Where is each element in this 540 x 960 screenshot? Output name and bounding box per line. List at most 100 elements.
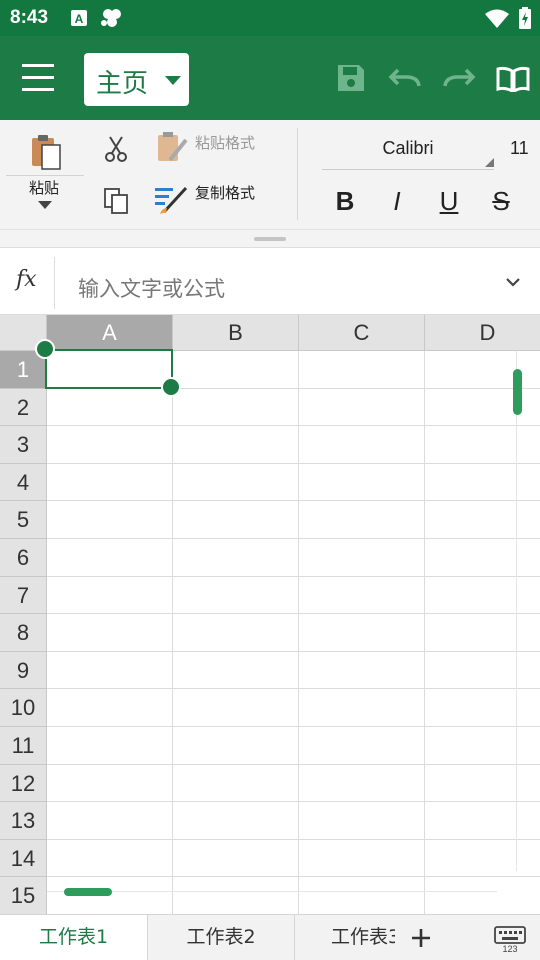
column-header[interactable]: A xyxy=(47,315,173,351)
row-header[interactable]: 9 xyxy=(0,651,47,690)
grid-cell[interactable] xyxy=(173,764,299,803)
redo-icon[interactable] xyxy=(442,66,476,92)
grid-cell[interactable] xyxy=(173,539,299,577)
grid-cell[interactable] xyxy=(299,839,425,878)
row-header[interactable]: 11 xyxy=(0,727,47,765)
row-header[interactable]: 13 xyxy=(0,802,47,840)
grid-cell[interactable] xyxy=(173,576,299,615)
spreadsheet-grid[interactable]: A B C D 1 2 3 4 5 6 7 8 9 10 11 12 13 14 15 xyxy=(0,315,540,914)
font-name-select[interactable]: Calibri xyxy=(322,136,494,170)
grid-cell[interactable] xyxy=(173,501,299,539)
hamburger-menu-icon[interactable] xyxy=(22,64,62,96)
row-header[interactable]: 3 xyxy=(0,426,47,464)
grid-cell[interactable] xyxy=(299,764,425,803)
selection-end-handle[interactable] xyxy=(161,377,181,397)
grid-cell[interactable] xyxy=(173,463,299,502)
grid-cell[interactable] xyxy=(173,651,299,690)
grid-cell[interactable] xyxy=(299,877,425,914)
grid-cell[interactable] xyxy=(425,389,540,427)
vertical-scrollbar[interactable] xyxy=(513,369,522,415)
copy-format-label[interactable]: 复制格式 xyxy=(195,182,255,203)
grid-cell[interactable] xyxy=(173,839,299,878)
grid-cell[interactable] xyxy=(299,802,425,840)
row-header[interactable]: 14 xyxy=(0,839,47,878)
grid-cell[interactable] xyxy=(173,614,299,652)
copy-format-icon[interactable] xyxy=(154,182,190,220)
font-size-select[interactable]: 11 xyxy=(510,136,540,170)
formula-input[interactable]: 输入文字或公式 xyxy=(78,273,478,303)
numeric-keyboard-icon[interactable]: 123 xyxy=(494,926,526,956)
grid-cell[interactable] xyxy=(425,539,540,577)
grid-cell[interactable] xyxy=(425,840,540,878)
grid-cell[interactable] xyxy=(173,426,299,464)
grid-cell[interactable] xyxy=(425,351,540,389)
underline-button[interactable]: U xyxy=(434,185,464,217)
grid-cell[interactable] xyxy=(425,426,540,464)
grid-cell[interactable] xyxy=(299,727,425,765)
grid-cell[interactable] xyxy=(425,614,540,652)
row-header[interactable]: 10 xyxy=(0,689,47,727)
sheet-tab[interactable]: 工作表3 xyxy=(295,915,395,960)
grid-cell[interactable] xyxy=(47,501,173,539)
grid-cell[interactable] xyxy=(47,388,173,427)
grid-cell[interactable] xyxy=(173,388,299,427)
grid-cell[interactable] xyxy=(425,689,540,727)
grid-cell[interactable] xyxy=(173,727,299,765)
sheet-tab[interactable]: 工作表1 xyxy=(0,915,148,960)
paste-format-label[interactable]: 粘贴格式 xyxy=(195,132,255,153)
grid-cell[interactable] xyxy=(299,388,425,427)
grid-cell[interactable] xyxy=(425,577,540,615)
grid-cell[interactable] xyxy=(47,651,173,690)
grid-cell[interactable] xyxy=(299,351,425,389)
grid-cell[interactable] xyxy=(47,839,173,878)
grid-cell[interactable] xyxy=(425,877,540,914)
row-header[interactable]: 7 xyxy=(0,576,47,615)
grid-cell[interactable] xyxy=(47,463,173,502)
grid-cell[interactable] xyxy=(425,802,540,840)
cut-icon[interactable] xyxy=(104,135,128,167)
row-header[interactable]: 5 xyxy=(0,501,47,539)
grid-cell[interactable] xyxy=(47,426,173,464)
column-header[interactable]: D xyxy=(425,315,540,351)
paste-label[interactable]: 粘贴 xyxy=(29,177,59,198)
ribbon-tab-dropdown[interactable]: 主页 xyxy=(84,53,189,106)
grid-cell[interactable] xyxy=(47,576,173,615)
row-header[interactable]: 6 xyxy=(0,539,47,577)
horizontal-scrollbar[interactable] xyxy=(64,888,112,896)
undo-icon[interactable] xyxy=(388,66,422,92)
italic-button[interactable]: I xyxy=(382,185,412,217)
paste-icon[interactable] xyxy=(30,133,64,175)
grid-cell[interactable] xyxy=(47,539,173,577)
grid-cell[interactable] xyxy=(299,614,425,652)
grid-cell[interactable] xyxy=(173,351,299,389)
grid-cell[interactable] xyxy=(299,539,425,577)
function-fx-icon[interactable]: fx xyxy=(16,267,37,292)
grid-cell[interactable] xyxy=(47,802,173,840)
grid-cell[interactable] xyxy=(47,614,173,652)
grid-cell[interactable] xyxy=(425,464,540,502)
grid-cell[interactable] xyxy=(299,576,425,615)
grid-cell[interactable] xyxy=(299,426,425,464)
chevron-down-icon[interactable] xyxy=(505,273,521,292)
plus-icon[interactable] xyxy=(408,923,434,953)
save-icon[interactable] xyxy=(336,63,366,97)
grid-cell[interactable] xyxy=(425,501,540,539)
grid-cell[interactable] xyxy=(47,727,173,765)
grid-cell[interactable] xyxy=(47,764,173,803)
grid-cell[interactable] xyxy=(299,501,425,539)
row-header[interactable]: 4 xyxy=(0,463,47,502)
selection-start-handle[interactable] xyxy=(35,339,55,359)
grid-cell[interactable] xyxy=(299,651,425,690)
column-header[interactable]: C xyxy=(299,315,425,351)
read-mode-icon[interactable] xyxy=(496,66,530,96)
grid-cell[interactable] xyxy=(425,765,540,803)
grid-cell[interactable] xyxy=(173,689,299,727)
grid-cell[interactable] xyxy=(299,463,425,502)
row-header[interactable]: 2 xyxy=(0,388,47,427)
grid-cell[interactable] xyxy=(425,652,540,690)
grid-cell[interactable] xyxy=(47,351,173,389)
row-header[interactable]: 8 xyxy=(0,614,47,652)
row-header[interactable]: 15 xyxy=(0,877,47,914)
strikethrough-button[interactable]: S xyxy=(486,185,516,217)
column-header[interactable]: B xyxy=(173,315,299,351)
